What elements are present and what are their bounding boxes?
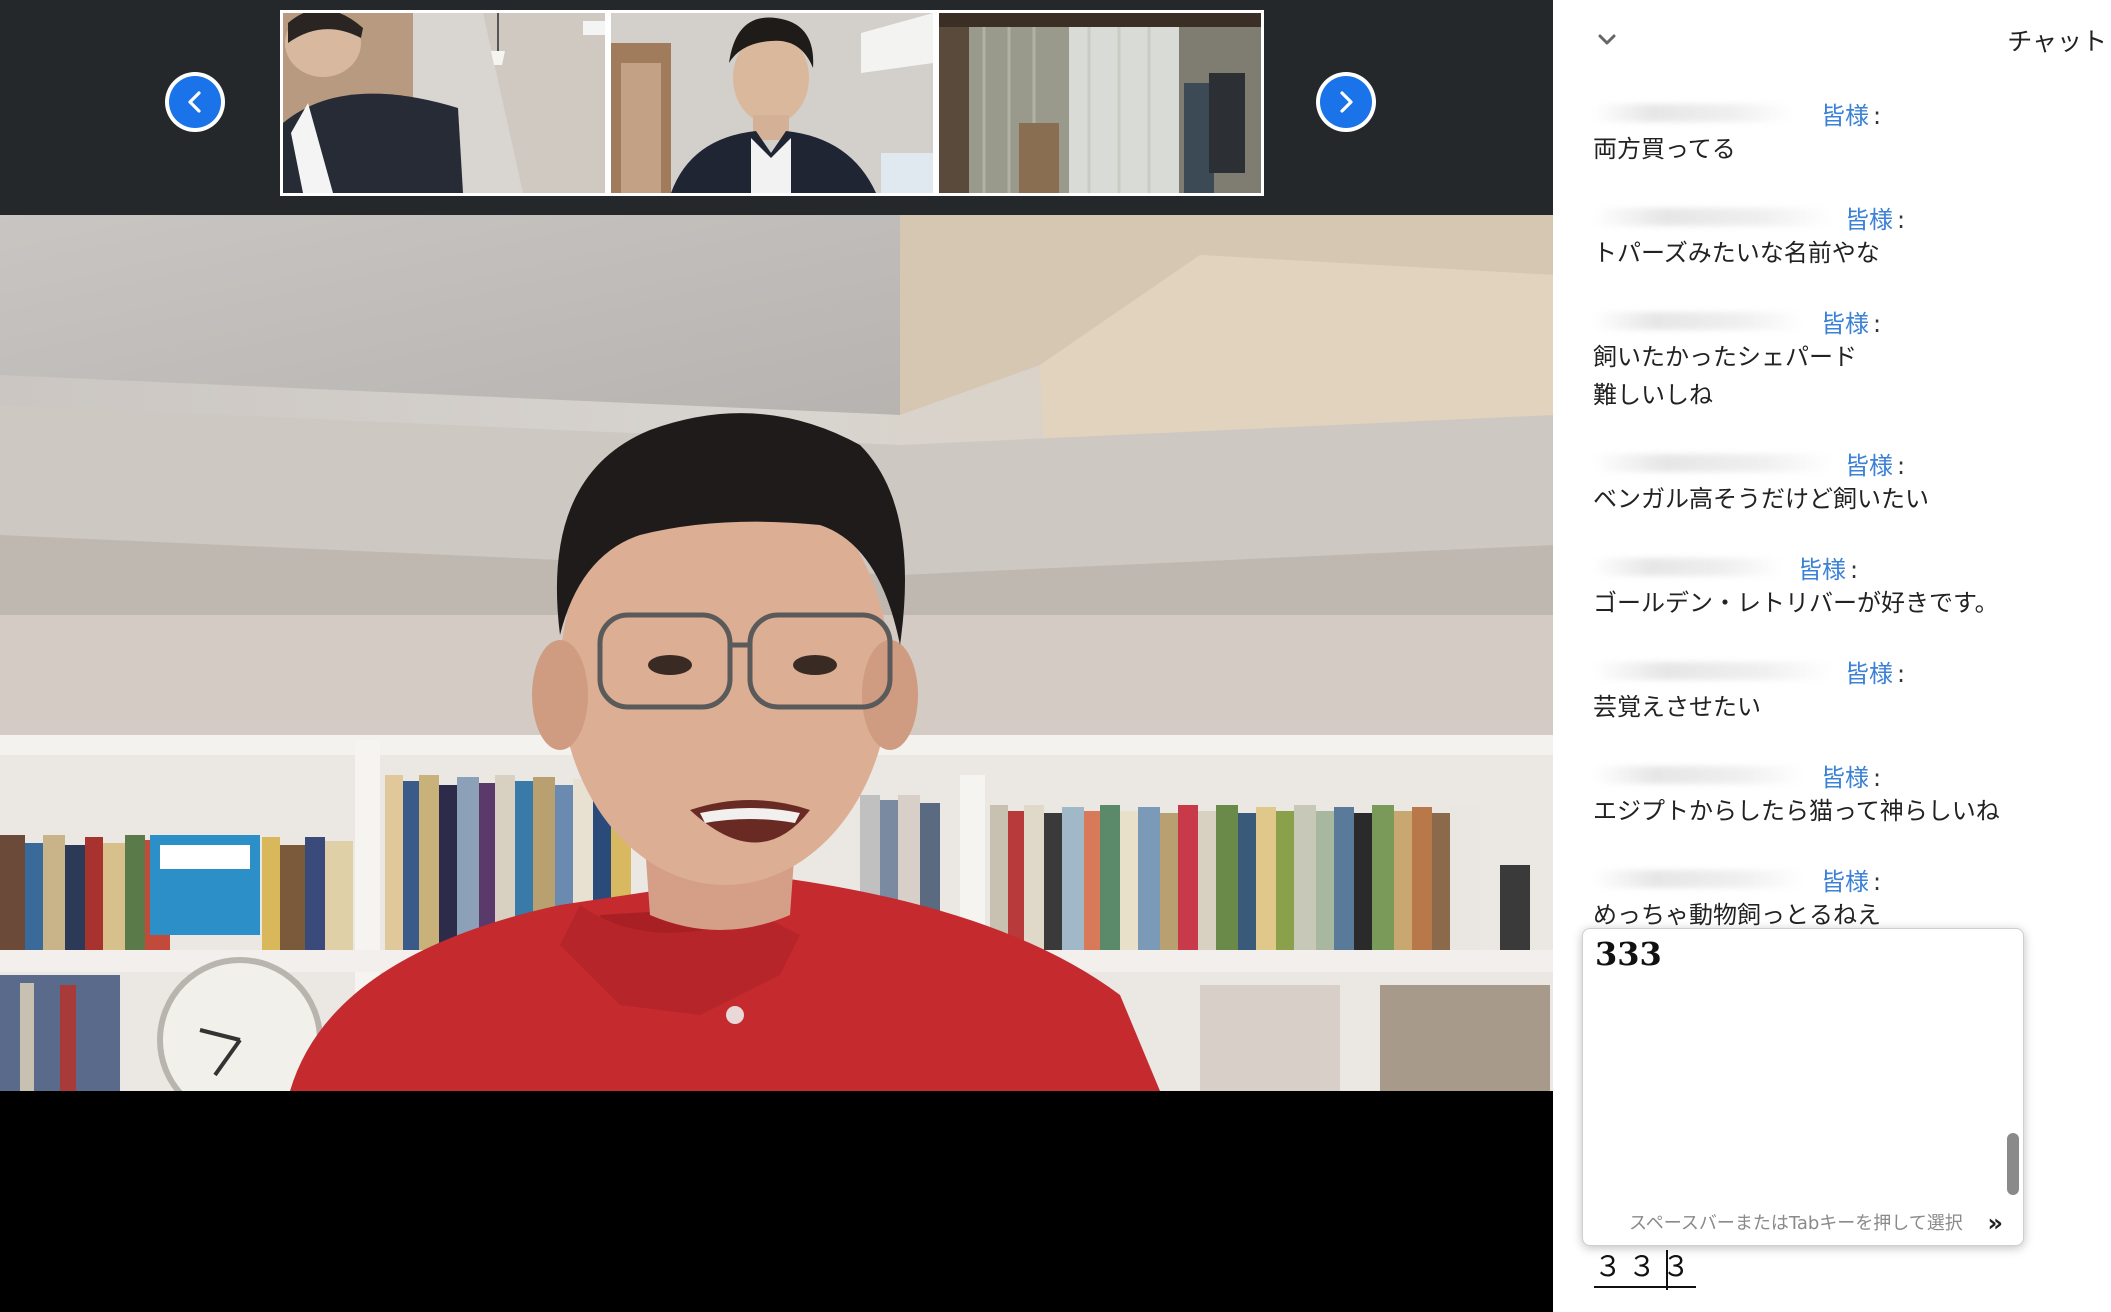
participant-thumbnails <box>280 10 1264 196</box>
sender-name-blurred <box>1593 104 1793 122</box>
chat-message: 皆様: 両方買ってる <box>1593 96 2093 168</box>
sender-name-blurred <box>1593 208 1833 226</box>
participant-thumbnail-2[interactable] <box>611 13 933 193</box>
sender-name-blurred <box>1593 454 1833 472</box>
chat-message-list: 皆様: 両方買ってる 皆様: トパーズみたいな名前やな 皆様: 飼いたかったシェ… <box>1553 96 2111 936</box>
prev-participants-button[interactable] <box>165 72 225 132</box>
chevron-down-icon[interactable] <box>1593 26 1621 54</box>
chat-header: チャット <box>1553 0 2111 80</box>
ime-candidate-popup: 333 スペースバーまたはTabキーを押して選択 » <box>1582 928 2024 1246</box>
main-speaker-video <box>0 215 1553 1091</box>
chat-message: 皆様: 芸覚えさせたい <box>1593 654 2093 726</box>
sender-name-blurred <box>1593 662 1833 680</box>
message-text: 両方買ってる <box>1593 135 1736 163</box>
chat-message: 皆様: エジプトからしたら猫って神らしいね <box>1593 758 2093 830</box>
message-text: エジプトからしたら猫って神らしいね <box>1593 797 2000 825</box>
message-text: ゴールデン・レトリバーが好きです。 <box>1593 589 1999 617</box>
recipient-label: 皆様: <box>1821 310 1882 338</box>
recipient-label: 皆様: <box>1798 556 1859 584</box>
chat-message: 皆様: トパーズみたいな名前やな <box>1593 200 2093 272</box>
speaker-video-frame <box>0 215 1553 1091</box>
chat-message: 皆様: めっちゃ動物飼っとるねえ <box>1593 862 2093 934</box>
message-text: 飼いたかったシェパード <box>1593 343 1857 371</box>
video-letterbox <box>0 1091 1553 1312</box>
recipient-label: 皆様: <box>1821 102 1882 130</box>
participant-strip <box>0 0 1553 215</box>
chat-message-input[interactable]: ３３３ <box>1594 1250 2034 1294</box>
ime-candidate-item[interactable]: 333 <box>1595 935 1662 973</box>
chat-title: チャット <box>2007 27 2107 56</box>
chat-input-composition[interactable]: ３３３ <box>1594 1250 1697 1288</box>
message-text: トパーズみたいな名前やな <box>1593 239 1880 267</box>
video-area <box>0 0 1553 1312</box>
chevron-right-icon <box>1340 91 1353 113</box>
sender-name-blurred <box>1593 312 1803 330</box>
chat-message: 皆様: ゴールデン・レトリバーが好きです。 <box>1593 550 2093 622</box>
sender-name-blurred <box>1593 870 1803 888</box>
ime-scrollbar[interactable] <box>2007 1133 2019 1195</box>
chat-message: 皆様: 飼いたかったシェパード 難しいしね <box>1593 304 2093 414</box>
participant-thumbnail-1[interactable] <box>283 13 605 193</box>
chat-message: 皆様: ベンガル高そうだけど飼いたい <box>1593 446 2093 518</box>
next-participants-button[interactable] <box>1316 72 1376 132</box>
participant-thumbnail-3[interactable] <box>939 13 1261 193</box>
sender-name-blurred <box>1593 766 1803 784</box>
message-text: 難しいしね <box>1593 381 1713 409</box>
message-text: ベンガル高そうだけど飼いたい <box>1593 485 1929 513</box>
recipient-label: 皆様: <box>1845 206 1906 234</box>
ime-hint-text: スペースバーまたはTabキーを押して選択 <box>1629 1213 1963 1234</box>
message-text: 芸覚えさせたい <box>1593 693 1761 721</box>
sender-name-blurred <box>1593 558 1783 576</box>
recipient-label: 皆様: <box>1845 660 1906 688</box>
recipient-label: 皆様: <box>1845 452 1906 480</box>
recipient-label: 皆様: <box>1821 868 1882 896</box>
meeting-window: チャット 皆様: 両方買ってる 皆様: トパーズみたいな名前やな 皆様: 飼い… <box>0 0 2111 1312</box>
text-caret <box>1666 1250 1668 1290</box>
double-chevron-right-icon[interactable]: » <box>1987 1209 2003 1237</box>
chevron-left-icon <box>188 91 201 113</box>
recipient-label: 皆様: <box>1821 764 1882 792</box>
